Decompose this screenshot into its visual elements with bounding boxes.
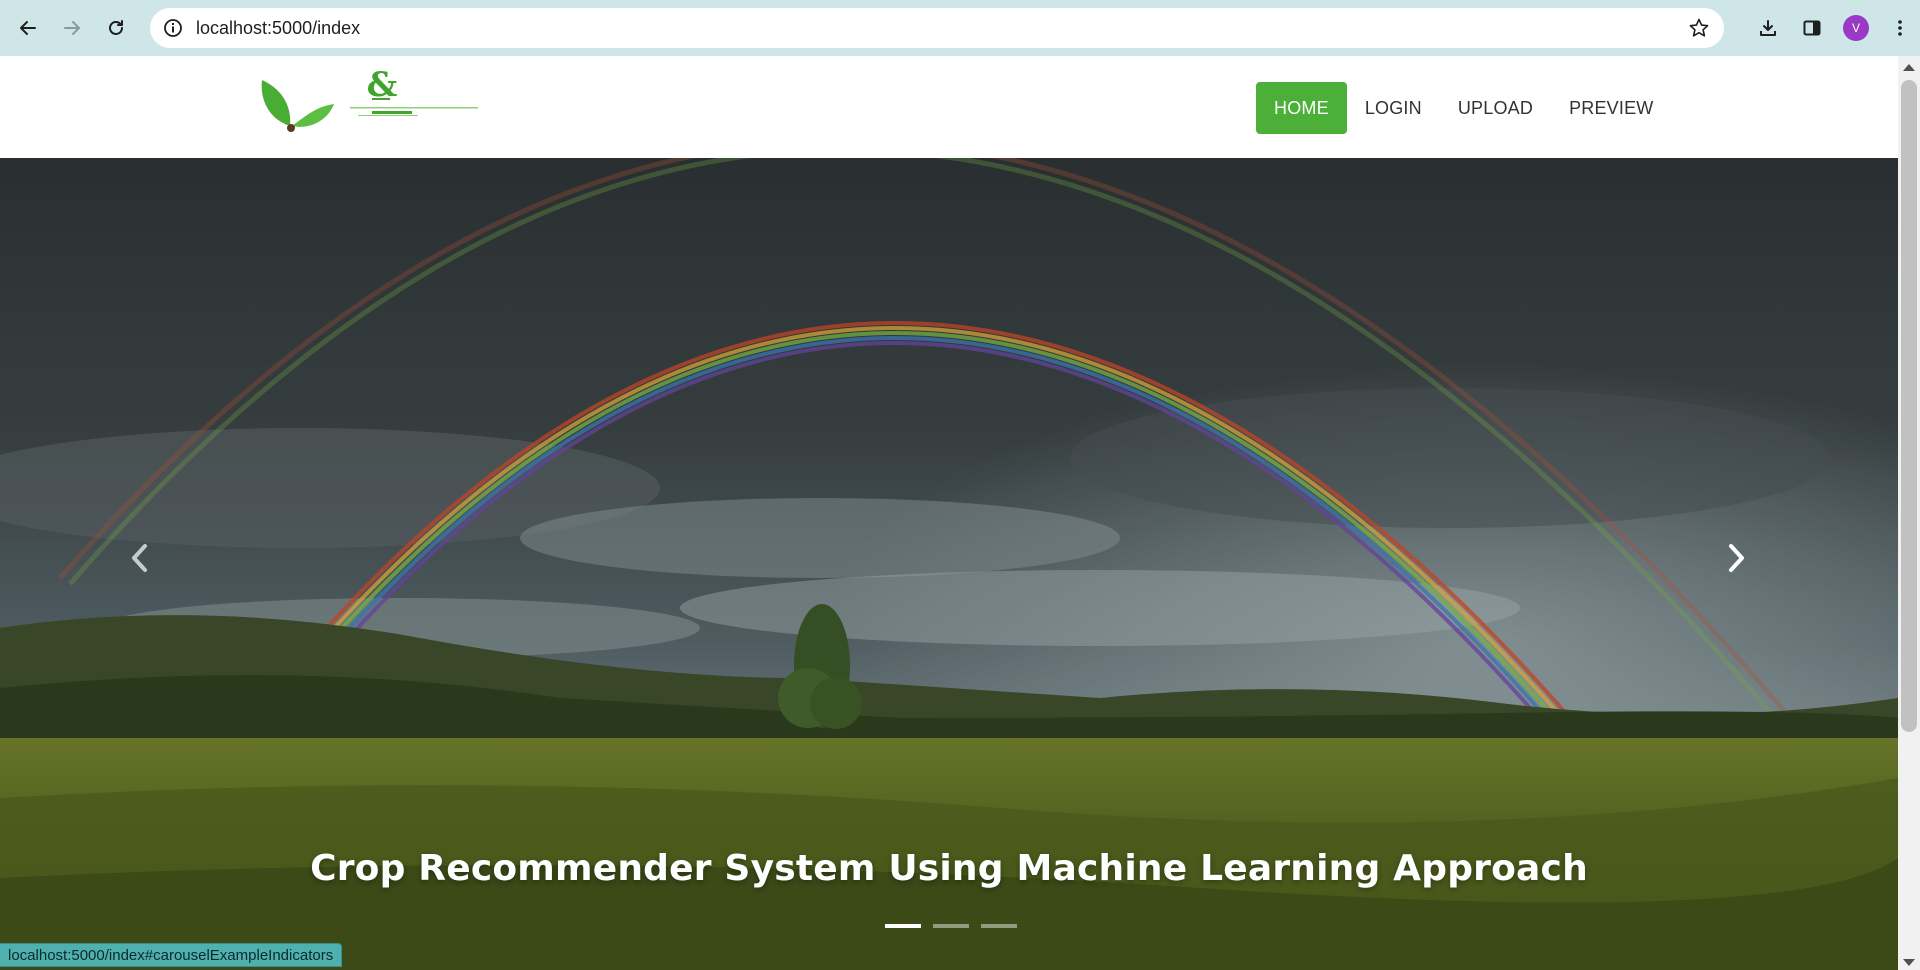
forward-arrow-icon[interactable] xyxy=(52,8,92,48)
carousel-indicator-3[interactable] xyxy=(981,924,1017,928)
hero-caption: Crop Recommender System Using Machine Le… xyxy=(310,848,1588,889)
page-scrollbar[interactable] xyxy=(1898,56,1920,970)
url-text[interactable]: localhost:5000/index xyxy=(196,18,360,39)
menu-home[interactable]: HOME xyxy=(1256,82,1347,134)
main-menu: HOME LOGIN UPLOAD PREVIEW xyxy=(1256,82,1671,134)
link-status-bar: localhost:5000/index#carouselExampleIndi… xyxy=(0,943,343,967)
carousel-prev-button[interactable] xyxy=(120,528,160,588)
browser-toolbar: localhost:5000/index V xyxy=(0,0,1920,56)
chevron-left-icon xyxy=(132,544,147,572)
avatar[interactable]: V xyxy=(1843,15,1869,41)
carousel-indicator-1[interactable] xyxy=(885,924,921,928)
menu-upload[interactable]: UPLOAD xyxy=(1440,82,1551,134)
menu-preview[interactable]: PREVIEW xyxy=(1551,82,1671,134)
back-arrow-icon[interactable] xyxy=(8,8,48,48)
profile-avatar[interactable]: V xyxy=(1836,8,1876,48)
site-logo[interactable]: & xyxy=(258,65,484,136)
chevron-right-icon xyxy=(1729,544,1744,572)
hero-carousel: Crop Recommender System Using Machine Le… xyxy=(0,158,1898,970)
reload-icon[interactable] xyxy=(96,8,136,48)
carousel-indicators xyxy=(0,924,1898,928)
page-viewport: & HOME LOGIN UPLOAD PREVIEW Crop Recomme… xyxy=(0,56,1898,970)
carousel-next-button[interactable] xyxy=(1716,528,1756,588)
address-bar[interactable]: localhost:5000/index xyxy=(150,8,1724,48)
download-icon[interactable] xyxy=(1748,8,1788,48)
menu-login[interactable]: LOGIN xyxy=(1347,82,1440,134)
site-header: & HOME LOGIN UPLOAD PREVIEW xyxy=(0,56,1898,158)
site-info-icon[interactable] xyxy=(162,17,184,39)
carousel-indicator-2[interactable] xyxy=(933,924,969,928)
scrollbar-thumb[interactable] xyxy=(1901,80,1917,732)
scroll-up-arrow-icon[interactable] xyxy=(1903,64,1915,71)
side-panel-icon[interactable] xyxy=(1792,8,1832,48)
menu-dots-icon[interactable] xyxy=(1880,8,1920,48)
bookmark-star-icon[interactable] xyxy=(1688,17,1710,39)
scroll-down-arrow-icon[interactable] xyxy=(1903,959,1915,966)
